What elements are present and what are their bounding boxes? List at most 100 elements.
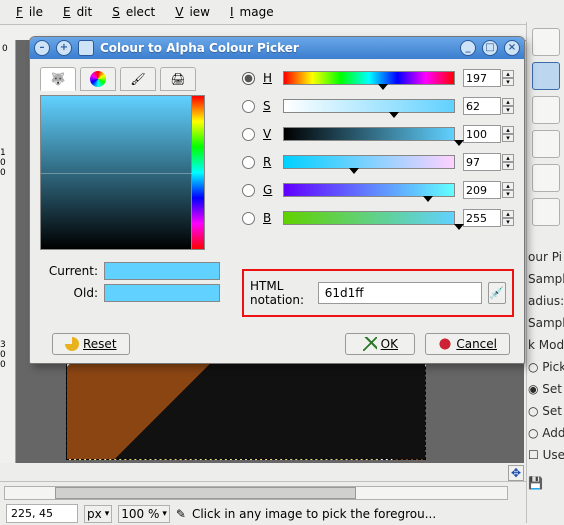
hue-strip[interactable]	[192, 96, 204, 249]
spin-down[interactable]: ▾	[502, 218, 514, 226]
menu-image[interactable]: Image	[218, 2, 280, 22]
tool-button-active[interactable]	[532, 62, 560, 90]
spin-down[interactable]: ▾	[502, 106, 514, 114]
color-picker-dialog: – + Colour to Alpha Colour Picker _ □ × …	[29, 36, 525, 364]
slider-g[interactable]	[283, 183, 455, 197]
channel-sliders: H ▴▾ S ▴▾ V ▴▾ R ▴▾ G ▴▾	[242, 67, 514, 235]
color-wheel-icon	[90, 71, 106, 87]
opt-radio[interactable]: ○ Set	[526, 400, 564, 422]
opt-radio[interactable]: ◉ Set	[526, 378, 564, 400]
status-hint: Click in any image to pick the foregrou.…	[192, 507, 520, 521]
menu-edit[interactable]: Edit	[51, 2, 98, 22]
dialog-titlebar[interactable]: – + Colour to Alpha Colour Picker _ □ ×	[30, 37, 524, 59]
dialog-title: Colour to Alpha Colour Picker	[100, 41, 454, 55]
spin-down[interactable]: ▾	[502, 134, 514, 142]
ruler-tick: 0	[2, 44, 8, 54]
spin-v[interactable]	[463, 125, 501, 143]
tab-wheel[interactable]	[80, 67, 116, 91]
spin-down[interactable]: ▾	[502, 162, 514, 170]
navigation-corner-icon[interactable]: ✥	[508, 465, 524, 481]
slider-s[interactable]	[283, 99, 455, 113]
ruler-tick: 300	[0, 340, 6, 370]
label-b[interactable]: B	[263, 211, 275, 225]
spin-r[interactable]	[463, 153, 501, 171]
cancel-icon	[438, 337, 452, 351]
old-color-swatch[interactable]	[104, 284, 220, 302]
opt-label: Sampl	[526, 268, 564, 290]
tool-button[interactable]	[532, 96, 560, 124]
opt-title: our Pi	[526, 246, 564, 268]
cancel-button[interactable]: Cancel	[425, 333, 510, 355]
spin-down[interactable]: ▾	[502, 190, 514, 198]
current-label: Current:	[40, 264, 98, 278]
eyedropper-button[interactable]: 💉	[488, 282, 506, 304]
spin-up[interactable]: ▴	[502, 126, 514, 134]
label-r[interactable]: R	[263, 155, 275, 169]
save-icon[interactable]: 💾	[526, 472, 564, 494]
color-field[interactable]	[40, 95, 205, 250]
color-selector-tabs: 🐺 🖌 🖨	[40, 67, 220, 91]
radio-v[interactable]	[242, 128, 255, 141]
tool-button[interactable]	[532, 130, 560, 158]
spin-up[interactable]: ▴	[502, 210, 514, 218]
menu-file[interactable]: File	[4, 2, 49, 22]
tool-button[interactable]	[532, 198, 560, 226]
menu-view[interactable]: View	[163, 2, 216, 22]
slider-r[interactable]	[283, 155, 455, 169]
dialog-button-row: Reset OK Cancel	[30, 333, 524, 355]
tab-gimp[interactable]: 🐺	[40, 67, 76, 91]
opt-radio[interactable]: ○ Add	[526, 422, 564, 444]
current-color-swatch[interactable]	[104, 262, 220, 280]
slider-v[interactable]	[283, 127, 455, 141]
tab-print[interactable]: 🖨	[160, 67, 196, 91]
spin-b[interactable]	[463, 209, 501, 227]
label-v[interactable]: V	[263, 127, 275, 141]
wilber-icon: 🐺	[51, 72, 66, 86]
tool-button[interactable]	[532, 164, 560, 192]
opt-radio[interactable]: ○ Pick	[526, 356, 564, 378]
status-unit-combo[interactable]: px	[84, 505, 112, 523]
menu-select[interactable]: Select	[100, 2, 161, 22]
slider-b[interactable]	[283, 211, 455, 225]
minimize-button[interactable]: _	[460, 40, 476, 56]
ok-button[interactable]: OK	[345, 333, 415, 355]
close-button[interactable]: ×	[504, 40, 520, 56]
spin-g[interactable]	[463, 181, 501, 199]
reset-icon	[65, 337, 79, 351]
tab-brush[interactable]: 🖌	[120, 67, 156, 91]
spin-up[interactable]: ▴	[502, 154, 514, 162]
slider-h[interactable]	[283, 71, 455, 85]
html-notation-row: HTML notation: 💉	[242, 269, 514, 317]
radio-h[interactable]	[242, 72, 255, 85]
notation-input[interactable]	[318, 282, 482, 304]
radio-g[interactable]	[242, 184, 255, 197]
zoom-in-button[interactable]: +	[56, 40, 72, 56]
radio-b[interactable]	[242, 212, 255, 225]
tool-options-panel: our Pi Sampl adius: Sampl k Mode ○ Pick …	[526, 246, 564, 494]
spin-up[interactable]: ▴	[502, 98, 514, 106]
spin-up[interactable]: ▴	[502, 182, 514, 190]
menu-bar: File Edit Select View Image	[0, 0, 564, 25]
spin-up[interactable]: ▴	[502, 70, 514, 78]
old-label: Old:	[40, 286, 98, 300]
reset-button[interactable]: Reset	[52, 333, 130, 355]
scrollbar-horizontal[interactable]	[4, 486, 508, 500]
radio-s[interactable]	[242, 100, 255, 113]
radio-r[interactable]	[242, 156, 255, 169]
label-s[interactable]: S	[263, 99, 275, 113]
status-coords: 225, 45	[6, 504, 78, 523]
ok-icon	[363, 337, 377, 351]
tool-button[interactable]	[532, 28, 560, 56]
opt-check[interactable]: ☐ Use i	[526, 444, 564, 466]
label-h[interactable]: H	[263, 71, 275, 85]
spin-down[interactable]: ▾	[502, 78, 514, 86]
label-g[interactable]: G	[263, 183, 275, 197]
printer-icon: 🖨	[170, 72, 185, 86]
ruler-vertical: 0 100 300	[0, 40, 16, 463]
maximize-button[interactable]: □	[482, 40, 498, 56]
eyedropper-icon: ✎	[176, 507, 186, 521]
spin-s[interactable]	[463, 97, 501, 115]
zoom-out-button[interactable]: –	[34, 40, 50, 56]
status-zoom-combo[interactable]: 100 %	[118, 505, 170, 523]
spin-h[interactable]	[463, 69, 501, 87]
